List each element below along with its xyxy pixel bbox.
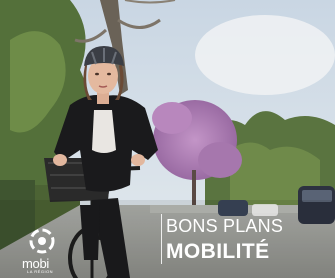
cloud (195, 15, 335, 95)
title-line-1: BONS PLANS (166, 216, 284, 236)
title-line-2: MOBILITÉ (166, 240, 270, 263)
logo-tagline: LA RÉGION (27, 269, 54, 274)
title-divider (161, 214, 162, 264)
mobi-logo: mobi LA RÉGION (20, 226, 72, 276)
bicycle-wheel-logo-icon (29, 228, 55, 254)
video-frame: mobi LA RÉGION BONS PLANS MOBILITÉ (0, 0, 335, 278)
